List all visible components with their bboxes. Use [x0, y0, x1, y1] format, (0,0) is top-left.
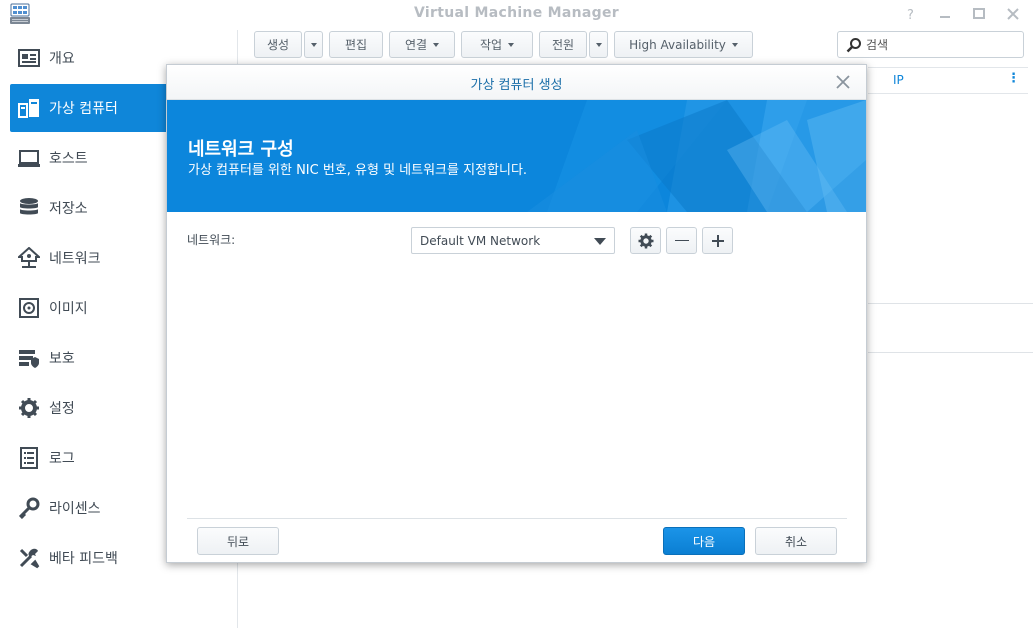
overview-icon: [18, 47, 40, 69]
title-bar: Virtual Machine Manager ?: [0, 0, 1033, 28]
network-select[interactable]: Default VM Network: [411, 227, 615, 254]
back-button[interactable]: 뒤로: [197, 527, 279, 555]
chevron-down-icon: [310, 42, 317, 47]
minus-icon: [675, 240, 689, 241]
dialog-title: 가상 컴퓨터 생성: [470, 78, 563, 93]
sidebar-item-virtual-machine[interactable]: 가상 컴퓨터: [10, 84, 166, 132]
window-title: Virtual Machine Manager: [414, 5, 619, 21]
sidebar-item-label: 이미지: [49, 301, 88, 317]
sidebar-item-protection[interactable]: 보호: [10, 334, 166, 382]
sidebar-item-log[interactable]: 로그: [10, 434, 166, 482]
sidebar-item-label: 설정: [49, 401, 75, 417]
network-icon: [16, 246, 42, 269]
dialog-footer-divider: [187, 518, 847, 519]
sidebar-item-label: 베타 피드백: [49, 551, 118, 567]
column-header-ip[interactable]: IP: [893, 73, 904, 87]
host-icon: [18, 147, 40, 169]
plus-icon: [710, 233, 726, 253]
detail-divider: [868, 352, 1033, 353]
sidebar-item-label: 가상 컴퓨터: [49, 101, 118, 117]
storage-icon: [18, 197, 40, 219]
gear-icon: [638, 233, 654, 253]
search-input[interactable]: [866, 37, 1016, 52]
cancel-button[interactable]: 취소: [755, 527, 837, 555]
log-icon: [18, 447, 40, 469]
virtual-machine-icon: [18, 97, 40, 119]
connect-button[interactable]: 연결: [389, 31, 455, 58]
chevron-down-icon: [433, 42, 440, 47]
settings-icon: [18, 397, 40, 419]
add-network-button[interactable]: [702, 227, 733, 254]
create-button[interactable]: 생성: [254, 31, 302, 58]
sidebar-item-settings[interactable]: 설정: [10, 384, 166, 432]
protection-icon: [18, 347, 40, 369]
sidebar-item-label: 호스트: [49, 151, 88, 167]
sidebar-item-label: 라이센스: [49, 501, 101, 517]
step-heading: 네트워크 구성: [188, 139, 294, 160]
dialog-title-bar: 가상 컴퓨터 생성: [167, 65, 866, 100]
high-availability-button[interactable]: High Availability: [614, 31, 753, 58]
sidebar-item-feedback[interactable]: 베타 피드백: [10, 534, 166, 582]
svg-text:?: ?: [907, 8, 914, 23]
create-dropdown-button[interactable]: [304, 31, 323, 58]
step-description: 가상 컴퓨터를 위한 NIC 번호, 유형 및 네트워크를 지정합니다.: [188, 163, 528, 178]
sidebar-item-host[interactable]: 호스트: [10, 134, 166, 182]
dropdown-arrow-icon: [594, 238, 606, 245]
power-dropdown-button[interactable]: [589, 31, 608, 58]
sidebar-item-label: 네트워크: [49, 251, 101, 267]
action-button-label: 작업: [479, 38, 503, 52]
sidebar-item-overview[interactable]: 개요: [10, 34, 166, 82]
vm-list-header: IP ⋮: [868, 67, 1028, 94]
sidebar-item-license[interactable]: 라이센스: [10, 484, 166, 532]
close-icon[interactable]: [836, 75, 850, 89]
search-icon: [846, 37, 862, 53]
network-settings-button[interactable]: [630, 227, 661, 254]
dialog-banner: 네트워크 구성 가상 컴퓨터를 위한 NIC 번호, 유형 및 네트워크를 지정…: [167, 100, 866, 212]
sidebar-item-label: 로그: [49, 451, 75, 467]
sidebar-item-image[interactable]: 이미지: [10, 284, 166, 332]
chevron-down-icon: [508, 42, 515, 47]
maximize-icon[interactable]: [969, 4, 989, 24]
help-icon[interactable]: ?: [901, 4, 921, 24]
edit-button[interactable]: 편집: [329, 31, 383, 58]
search-box[interactable]: [837, 31, 1024, 58]
image-icon: [18, 297, 40, 319]
sidebar-item-storage[interactable]: 저장소: [10, 184, 166, 232]
detail-divider: [868, 303, 1033, 304]
network-label: 네트워크:: [187, 233, 236, 247]
remove-network-button[interactable]: [666, 227, 697, 254]
sidebar: 개요 가상 컴퓨터 호스트 저장소 네트워크 이미지 보호 설정 로그 라이센스…: [0, 34, 166, 628]
column-options-icon[interactable]: ⋮: [1007, 71, 1020, 86]
sidebar-item-label: 보호: [49, 351, 75, 367]
toolbar: 생성 편집 연결 작업 전원 High Availability: [254, 31, 753, 59]
network-select-value: Default VM Network: [420, 233, 541, 248]
next-button[interactable]: 다음: [663, 527, 745, 555]
chevron-down-icon: [731, 42, 738, 47]
license-icon: [18, 497, 40, 520]
minimize-icon[interactable]: [935, 4, 955, 24]
close-window-icon[interactable]: [1003, 4, 1023, 24]
sidebar-item-label: 개요: [49, 51, 75, 67]
action-button[interactable]: 작업: [461, 31, 533, 58]
create-vm-dialog: 가상 컴퓨터 생성 네트워크 구성 가상 컴퓨터를 위한 NIC 번호, 유형 …: [166, 64, 867, 563]
sidebar-item-network[interactable]: 네트워크: [10, 234, 166, 282]
connect-button-label: 연결: [404, 38, 428, 52]
sidebar-item-label: 저장소: [49, 201, 88, 217]
high-availability-label: High Availability: [629, 37, 726, 52]
chevron-down-icon: [595, 42, 602, 47]
feedback-icon: [18, 547, 40, 569]
power-button[interactable]: 전원: [539, 31, 587, 58]
